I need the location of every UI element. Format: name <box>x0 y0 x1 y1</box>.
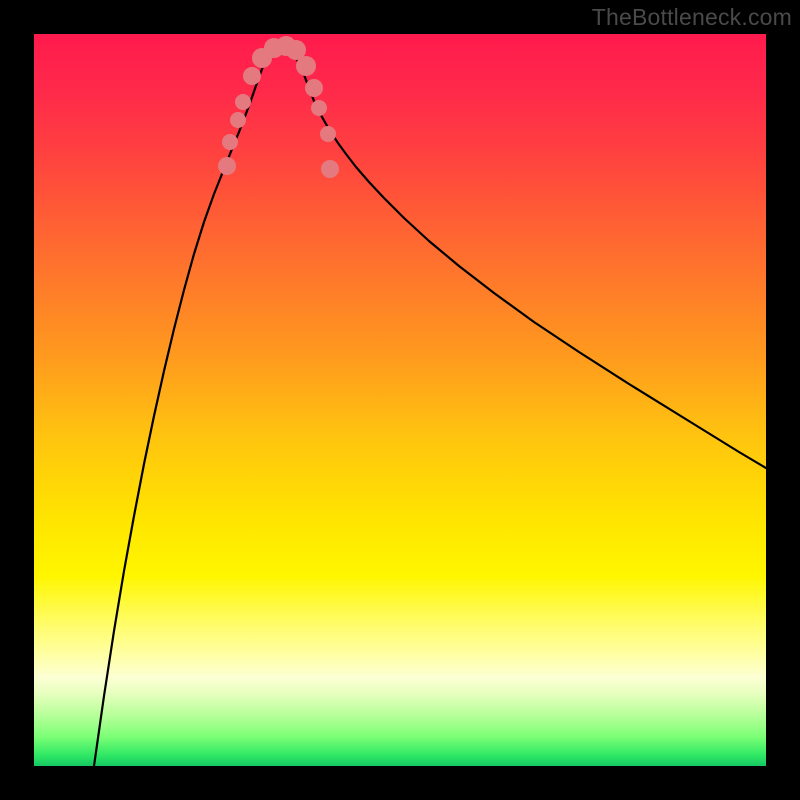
curve-left-curve <box>94 80 258 766</box>
data-marker <box>311 100 327 116</box>
data-marker <box>320 126 336 142</box>
data-marker <box>305 79 323 97</box>
plot-area <box>34 34 766 766</box>
data-marker <box>235 94 251 110</box>
data-marker <box>296 56 316 76</box>
data-marker <box>321 160 339 178</box>
chart-frame: TheBottleneck.com <box>0 0 800 800</box>
curve-layer <box>34 34 766 766</box>
data-marker <box>218 157 236 175</box>
data-marker <box>230 112 246 128</box>
watermark-text: TheBottleneck.com <box>592 4 792 31</box>
data-marker <box>243 67 261 85</box>
data-marker <box>222 134 238 150</box>
curve-right-curve <box>306 80 766 468</box>
